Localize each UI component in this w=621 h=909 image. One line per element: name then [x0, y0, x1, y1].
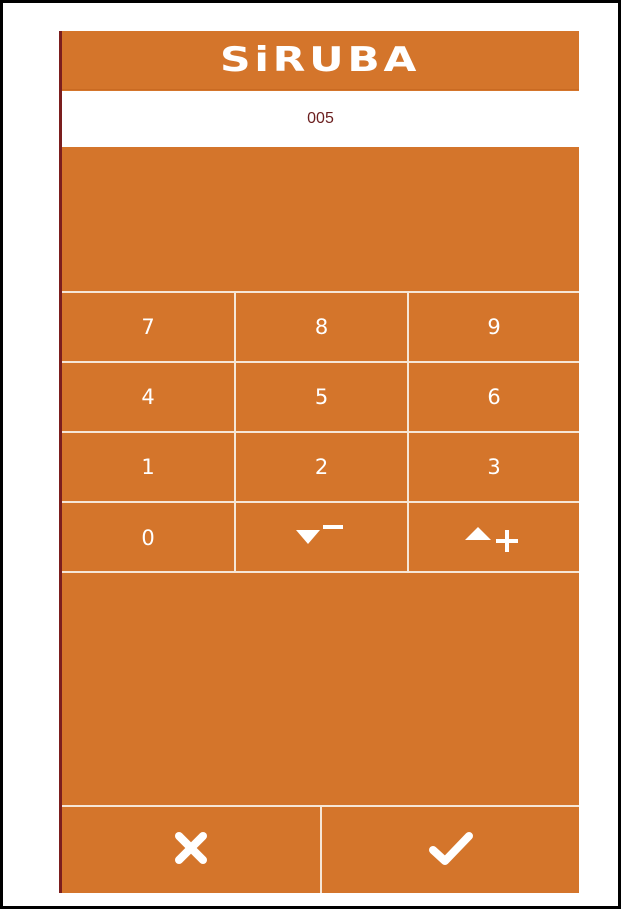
- up-plus-icon: [459, 519, 529, 558]
- numeric-entry-panel: SiRUBA 005 7 8 9 4 5 6 1 2 3 0: [62, 31, 579, 893]
- cancel-button[interactable]: [62, 807, 320, 893]
- key-5[interactable]: 5: [236, 363, 407, 431]
- value-display: 005: [62, 91, 579, 147]
- key-1[interactable]: 1: [62, 433, 234, 501]
- brand-header: SiRUBA: [62, 31, 579, 90]
- key-7[interactable]: 7: [62, 293, 234, 361]
- key-2[interactable]: 2: [236, 433, 407, 501]
- brand-logo: SiRUBA: [220, 40, 421, 80]
- decrement-button[interactable]: [236, 503, 407, 573]
- action-bar: [62, 805, 579, 893]
- down-minus-icon: [290, 521, 354, 556]
- numeric-keypad: 7 8 9 4 5 6 1 2 3 0: [62, 291, 579, 573]
- key-9[interactable]: 9: [409, 293, 579, 361]
- key-6[interactable]: 6: [409, 363, 579, 431]
- confirm-button[interactable]: [322, 807, 579, 893]
- key-3[interactable]: 3: [409, 433, 579, 501]
- close-icon: [171, 828, 211, 872]
- checkmark-icon: [427, 828, 475, 872]
- key-4[interactable]: 4: [62, 363, 234, 431]
- key-8[interactable]: 8: [236, 293, 407, 361]
- device-frame: SiRUBA 005 7 8 9 4 5 6 1 2 3 0: [0, 0, 621, 909]
- increment-button[interactable]: [409, 503, 579, 573]
- key-0[interactable]: 0: [62, 503, 234, 573]
